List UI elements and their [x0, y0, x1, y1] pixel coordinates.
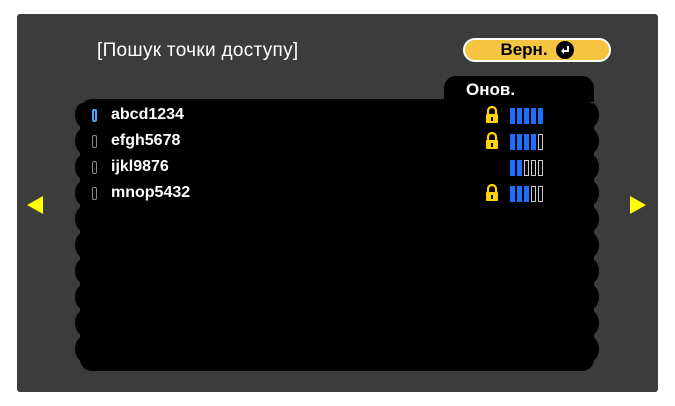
signal-bar: [538, 160, 543, 176]
ssid-label: efgh5678: [111, 132, 181, 149]
list-edge: [583, 337, 599, 361]
signal-bar: [524, 186, 529, 202]
list-item[interactable]: ijkl9876: [92, 155, 582, 179]
list-edge: [75, 337, 91, 361]
back-button-label: Верн.: [500, 40, 548, 59]
signal-strength-icon: [510, 108, 543, 124]
arrow-right-icon[interactable]: [630, 196, 646, 214]
signal-bar: [517, 134, 522, 150]
ssid-label: ijkl9876: [111, 158, 169, 175]
lock-icon: [484, 131, 500, 155]
row-selection-indicator: [92, 108, 97, 122]
list-item[interactable]: efgh5678: [92, 129, 582, 153]
signal-bar: [531, 186, 536, 202]
signal-bar: [531, 134, 536, 150]
arrow-left-icon[interactable]: [27, 196, 43, 214]
list-edge: [75, 233, 91, 257]
signal-bar: [524, 160, 529, 176]
list-edge: [583, 129, 599, 153]
signal-bar: [517, 160, 522, 176]
list-edge: [75, 103, 91, 127]
signal-bar: [510, 186, 515, 202]
lock-icon: [484, 105, 500, 129]
ssid-label: mnop5432: [111, 184, 191, 201]
list-edge: [75, 155, 91, 179]
page-title: [Пошук точки доступу]: [97, 40, 299, 61]
row-selection-indicator: [92, 186, 97, 200]
list-edge: [583, 103, 599, 127]
list-edge: [583, 233, 599, 257]
signal-bar: [517, 108, 522, 124]
signal-strength-icon: [510, 160, 543, 176]
signal-strength-icon: [510, 186, 543, 202]
signal-bar: [524, 134, 529, 150]
lock-icon: [484, 183, 500, 207]
signal-bar: [524, 108, 529, 124]
signal-bar: [531, 108, 536, 124]
access-point-list: abcd1234 efgh5678 ijkl9876 mnop5432: [75, 99, 599, 371]
signal-bar: [538, 108, 543, 124]
list-edge: [75, 259, 91, 283]
signal-bar: [517, 186, 522, 202]
signal-bar: [510, 134, 515, 150]
signal-bar: [531, 160, 536, 176]
list-edge: [75, 311, 91, 335]
list-item[interactable]: abcd1234: [92, 103, 582, 127]
signal-bar: [538, 186, 543, 202]
enter-icon: [555, 41, 574, 59]
list-edge: [583, 207, 599, 231]
list-edge: [75, 285, 91, 309]
row-selection-indicator: [92, 160, 97, 174]
signal-bar: [510, 108, 515, 124]
back-button[interactable]: Верн.: [463, 38, 611, 62]
list-edge: [583, 311, 599, 335]
signal-bar: [510, 160, 515, 176]
list-edge: [583, 285, 599, 309]
signal-bar: [538, 134, 543, 150]
list-item[interactable]: mnop5432: [92, 181, 582, 205]
list-edge: [75, 181, 91, 205]
list-edge: [583, 155, 599, 179]
ssid-label: abcd1234: [111, 106, 184, 123]
row-selection-indicator: [92, 134, 97, 148]
signal-strength-icon: [510, 134, 543, 150]
list-edge: [75, 207, 91, 231]
list-edge: [583, 181, 599, 205]
list-edge: [583, 259, 599, 283]
list-edge: [75, 129, 91, 153]
